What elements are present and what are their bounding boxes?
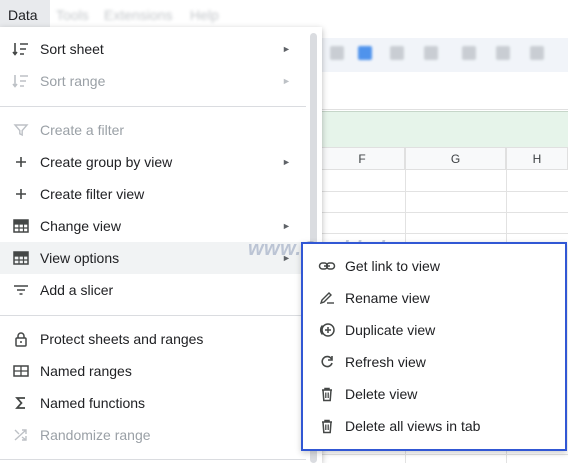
grid-line: [320, 191, 568, 192]
menu-item-sort-range: Sort range ►: [0, 65, 300, 97]
lock-icon: [12, 331, 30, 347]
menu-help[interactable]: Help: [190, 0, 219, 30]
submenu-arrow-icon: ►: [282, 76, 291, 86]
submenu-item-refresh-view[interactable]: Refresh view: [303, 346, 565, 378]
menu-item-sort-sheet[interactable]: Sort sheet ►: [0, 33, 300, 65]
shuffle-icon: [12, 427, 30, 443]
toolbar-icon[interactable]: [496, 46, 510, 60]
filter-icon: [12, 122, 30, 138]
submenu-arrow-icon: ►: [282, 157, 291, 167]
trash-icon: [318, 386, 336, 402]
submenu-item-label: Rename view: [345, 290, 430, 306]
menu-item-named-ranges[interactable]: Named ranges: [0, 355, 300, 387]
column-header-h[interactable]: H: [506, 147, 568, 170]
submenu-item-delete-view[interactable]: Delete view: [303, 378, 565, 410]
menu-item-label: Change view: [40, 218, 121, 234]
menu-item-add-slicer[interactable]: Add a slicer: [0, 274, 300, 306]
submenu-item-get-link[interactable]: Get link to view: [303, 250, 565, 282]
menu-item-protect-sheets[interactable]: Protect sheets and ranges: [0, 323, 300, 355]
menu-item-label: View options: [40, 250, 120, 266]
menu-divider: [0, 106, 306, 107]
menu-item-create-filter: Create a filter: [0, 114, 300, 146]
toolbar-icon-italic[interactable]: [390, 46, 404, 60]
menu-item-label: Named ranges: [40, 363, 132, 379]
sort-icon: [12, 41, 30, 57]
submenu-item-delete-all-views[interactable]: Delete all views in tab: [303, 410, 565, 442]
menu-item-label: Sort sheet: [40, 41, 104, 57]
grid-line: [320, 233, 568, 234]
menu-divider: [0, 459, 306, 460]
submenu-item-label: Delete view: [345, 386, 418, 402]
formula-bar[interactable]: [320, 80, 568, 110]
menu-item-named-functions[interactable]: Named functions: [0, 387, 300, 419]
submenu-item-duplicate-view[interactable]: Duplicate view: [303, 314, 565, 346]
table-view-icon: [12, 218, 30, 234]
column-header-g[interactable]: G: [405, 147, 506, 170]
submenu-item-rename-view[interactable]: Rename view: [303, 282, 565, 314]
link-icon: [318, 258, 336, 274]
plus-icon: [12, 154, 30, 170]
duplicate-icon: [318, 322, 336, 338]
refresh-icon: [318, 354, 336, 370]
menu-tools[interactable]: Tools: [56, 0, 89, 30]
menu-item-create-filter-view[interactable]: Create filter view: [0, 178, 300, 210]
submenu-item-label: Delete all views in tab: [345, 418, 481, 434]
rename-icon: [318, 290, 336, 306]
slicer-icon: [12, 282, 30, 298]
toolbar-icon[interactable]: [424, 46, 438, 60]
trash-icon: [318, 418, 336, 434]
menu-item-label: Protect sheets and ranges: [40, 331, 204, 347]
column-header-f[interactable]: F: [320, 147, 405, 170]
menu-divider: [0, 315, 306, 316]
submenu-item-label: Refresh view: [345, 354, 426, 370]
grid-line: [320, 454, 568, 455]
submenu-arrow-icon: ►: [282, 44, 291, 54]
menu-extensions[interactable]: Extensions: [104, 0, 172, 30]
menu-item-label: Add a slicer: [40, 282, 114, 298]
menu-data[interactable]: Data: [0, 0, 50, 30]
submenu-item-label: Duplicate view: [345, 322, 436, 338]
sort-icon: [12, 73, 30, 89]
toolbar-icon[interactable]: [530, 46, 544, 60]
sheet-header-band: [320, 111, 568, 147]
menu-item-label: Create filter view: [40, 186, 145, 202]
menu-item-label: Create group by view: [40, 154, 173, 170]
grid-line: [320, 212, 568, 213]
menu-item-label: Create a filter: [40, 122, 125, 138]
table-view-icon: [12, 250, 30, 266]
menu-bar: Data Tools Extensions Help: [0, 0, 568, 30]
menu-item-label: Sort range: [40, 73, 106, 89]
toolbar-icon[interactable]: [330, 46, 344, 60]
toolbar-icon-bold[interactable]: [358, 46, 372, 60]
view-options-submenu: Get link to view Rename view Duplicate v…: [301, 242, 567, 451]
toolbar-icon[interactable]: [462, 46, 476, 60]
menu-item-randomize-range: Randomize range: [0, 419, 300, 451]
menu-item-label: Named functions: [40, 395, 146, 411]
named-ranges-icon: [12, 363, 30, 379]
submenu-item-label: Get link to view: [345, 258, 440, 274]
sigma-icon: [12, 395, 30, 411]
menu-item-create-group-by-view[interactable]: Create group by view ►: [0, 146, 300, 178]
menu-item-label: Randomize range: [40, 427, 151, 443]
plus-icon: [12, 186, 30, 202]
